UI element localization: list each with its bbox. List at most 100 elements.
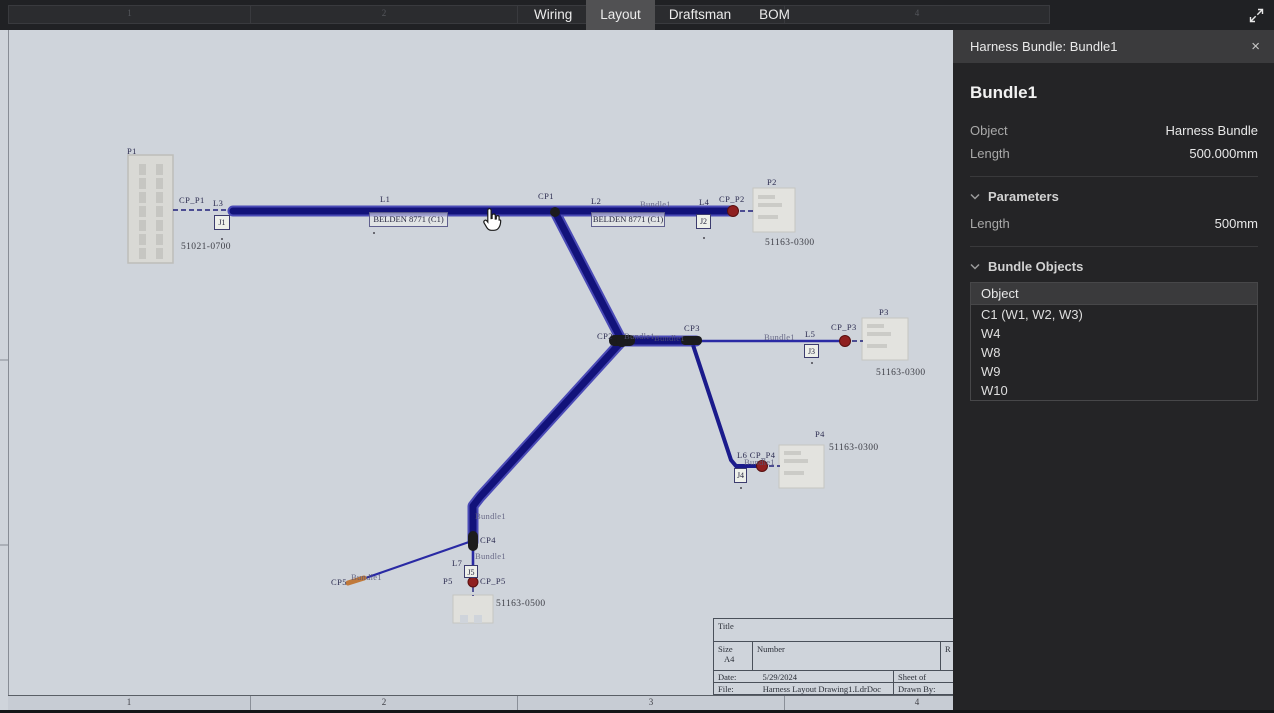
- properties-panel: Harness Bundle: Bundle1 × Bundle1 Object…: [953, 30, 1274, 713]
- label-l1: L1: [380, 194, 391, 204]
- bundle-object-row[interactable]: W8: [971, 343, 1257, 362]
- zone-cell-1: 1: [8, 696, 251, 710]
- property-row-object: Object Harness Bundle: [970, 119, 1258, 142]
- property-label: Length: [970, 146, 1010, 161]
- title-block-title: Title: [718, 621, 734, 631]
- harness-bundle-bundle1[interactable]: [227, 205, 739, 548]
- wire-label-belden-1[interactable]: BELDEN 8771 (C1): [369, 212, 448, 227]
- wire-label-belden-2[interactable]: BELDEN 8771 (C1): [591, 212, 665, 227]
- property-label: Object: [970, 123, 1008, 138]
- label-l4: L4: [699, 197, 710, 207]
- bundle-objects-table-header: Object: [971, 283, 1257, 305]
- part-number-p1: 51021-0700: [181, 242, 231, 252]
- part-number-p5: 51163-0500: [496, 599, 546, 609]
- zone-cell-2: 2: [251, 696, 518, 710]
- property-value: 500.000mm: [1189, 146, 1258, 161]
- label-p2: P2: [767, 177, 777, 187]
- bundle-objects-table: Object C1 (W1, W2, W3) W4 W8 W9 W10: [970, 282, 1258, 401]
- part-number-p4: 51163-0300: [829, 443, 879, 453]
- contact-points[interactable]: [467, 205, 851, 588]
- label-cp2: CP2: [597, 331, 613, 341]
- connector-p1[interactable]: [127, 154, 174, 264]
- label-p5: P5: [443, 576, 453, 586]
- contact-cp-p2: [727, 205, 739, 217]
- label-cp-p1: CP_P1: [179, 195, 205, 205]
- contact-cp-p3: [839, 335, 851, 347]
- property-row-length: Length 500.000mm: [970, 142, 1258, 165]
- junction-cp4: [468, 531, 478, 551]
- label-bundle1: Bundle1: [351, 572, 382, 582]
- property-row-length: Length 500mm: [970, 212, 1258, 235]
- bundle-object-row[interactable]: W4: [971, 324, 1257, 343]
- zone-cell-4: 4: [785, 696, 953, 710]
- expand-icon[interactable]: [1248, 7, 1265, 24]
- zone-cell-2: 2: [251, 5, 518, 24]
- connector-p4[interactable]: [778, 444, 825, 489]
- title-block-sheet: Sheet of: [898, 672, 927, 682]
- label-bundle1: Bundle1: [640, 199, 671, 209]
- close-icon[interactable]: ×: [1251, 38, 1260, 55]
- bundle-object-row[interactable]: W10: [971, 381, 1257, 400]
- label-l7: L7: [452, 558, 463, 568]
- panel-object-title: Bundle1: [970, 83, 1038, 102]
- label-bundle1: Bundle1: [475, 511, 506, 521]
- label-cp4: CP4: [480, 535, 496, 545]
- chevron-down-icon: [970, 263, 980, 270]
- divider: [970, 246, 1258, 247]
- junction-cp1: [550, 207, 560, 217]
- title-block-drawn-by: Drawn By:: [898, 684, 936, 694]
- property-value: Harness Bundle: [1165, 123, 1259, 138]
- label-cp1: CP1: [538, 191, 554, 201]
- label-cp3: CP3: [684, 323, 700, 333]
- title-block-revision: R: [945, 644, 951, 654]
- top-bar: 1234 WiringLayoutDraftsmanBOM: [0, 0, 1274, 30]
- zone-cell-4: 4: [785, 5, 1050, 24]
- layout-canvas[interactable]: P1 CP_P1 L3 51021-0700 L1 CP1 L2 Bundle1 L4 CP_P2…: [0, 30, 953, 713]
- junction-box-j2[interactable]: J2: [696, 214, 711, 229]
- title-block-file: File: Harness Layout Drawing1.LdrDoc: [714, 683, 894, 695]
- label-l5: L5: [805, 329, 816, 339]
- panel-properties: Object Harness Bundle Length 500.000mm: [970, 119, 1258, 165]
- tab-draftsman[interactable]: Draftsman: [655, 0, 745, 30]
- part-number-p2: 51163-0300: [765, 238, 815, 248]
- document-tabs: Wiring Layout Draftsman BOM: [520, 0, 804, 30]
- label-bundle1: Bundle1: [764, 332, 795, 342]
- contact-lead-lines: [173, 209, 863, 596]
- junction-box-j3[interactable]: J3: [804, 344, 819, 358]
- tab-layout[interactable]: Layout: [586, 0, 655, 30]
- label-p3: P3: [879, 307, 889, 317]
- junction-box-j5[interactable]: J5: [464, 565, 478, 578]
- title-block-number: Number: [753, 642, 941, 670]
- section-bundle-objects[interactable]: Bundle Objects: [970, 259, 1258, 274]
- panel-header-title: Harness Bundle: Bundle1: [970, 39, 1118, 54]
- tab-wiring[interactable]: Wiring: [520, 0, 586, 30]
- connector-p5[interactable]: [452, 594, 494, 624]
- label-l3: L3: [213, 198, 224, 208]
- tab-bom[interactable]: BOM: [745, 0, 804, 30]
- bundle-object-row[interactable]: W9: [971, 362, 1257, 381]
- zone-cell-3: 3: [518, 696, 785, 710]
- section-parameters[interactable]: Parameters: [970, 189, 1258, 204]
- label-bundle1: Bundle1: [475, 551, 506, 561]
- label-cp-p5: CP_P5: [480, 576, 506, 586]
- title-block: Title Size A4 Number R Date: 5/29/2024 S…: [713, 618, 953, 695]
- bundle-object-row[interactable]: C1 (W1, W2, W3): [971, 305, 1257, 324]
- junction-box-j1[interactable]: J1: [214, 215, 230, 230]
- label-l2: L2: [591, 196, 602, 206]
- title-block-date: Date: 5/29/2024: [714, 671, 894, 682]
- zone-cell-1: 1: [8, 5, 251, 24]
- property-label: Length: [970, 216, 1010, 231]
- label-bundle1: Bundle1: [654, 333, 685, 343]
- title-block-size: Size A4: [714, 642, 753, 670]
- property-value: 500mm: [1214, 216, 1258, 231]
- connector-p3[interactable]: [861, 317, 909, 361]
- label-bundle1: Bundle1: [624, 331, 655, 341]
- connector-p2[interactable]: [752, 187, 796, 233]
- label-p1: P1: [127, 146, 137, 156]
- label-p4: P4: [815, 429, 825, 439]
- part-number-p3: 51163-0300: [876, 368, 926, 378]
- chevron-down-icon: [970, 193, 980, 200]
- junction-box-j4[interactable]: J4: [734, 468, 747, 483]
- label-cp-p3: CP_P3: [831, 322, 857, 332]
- divider: [970, 176, 1258, 177]
